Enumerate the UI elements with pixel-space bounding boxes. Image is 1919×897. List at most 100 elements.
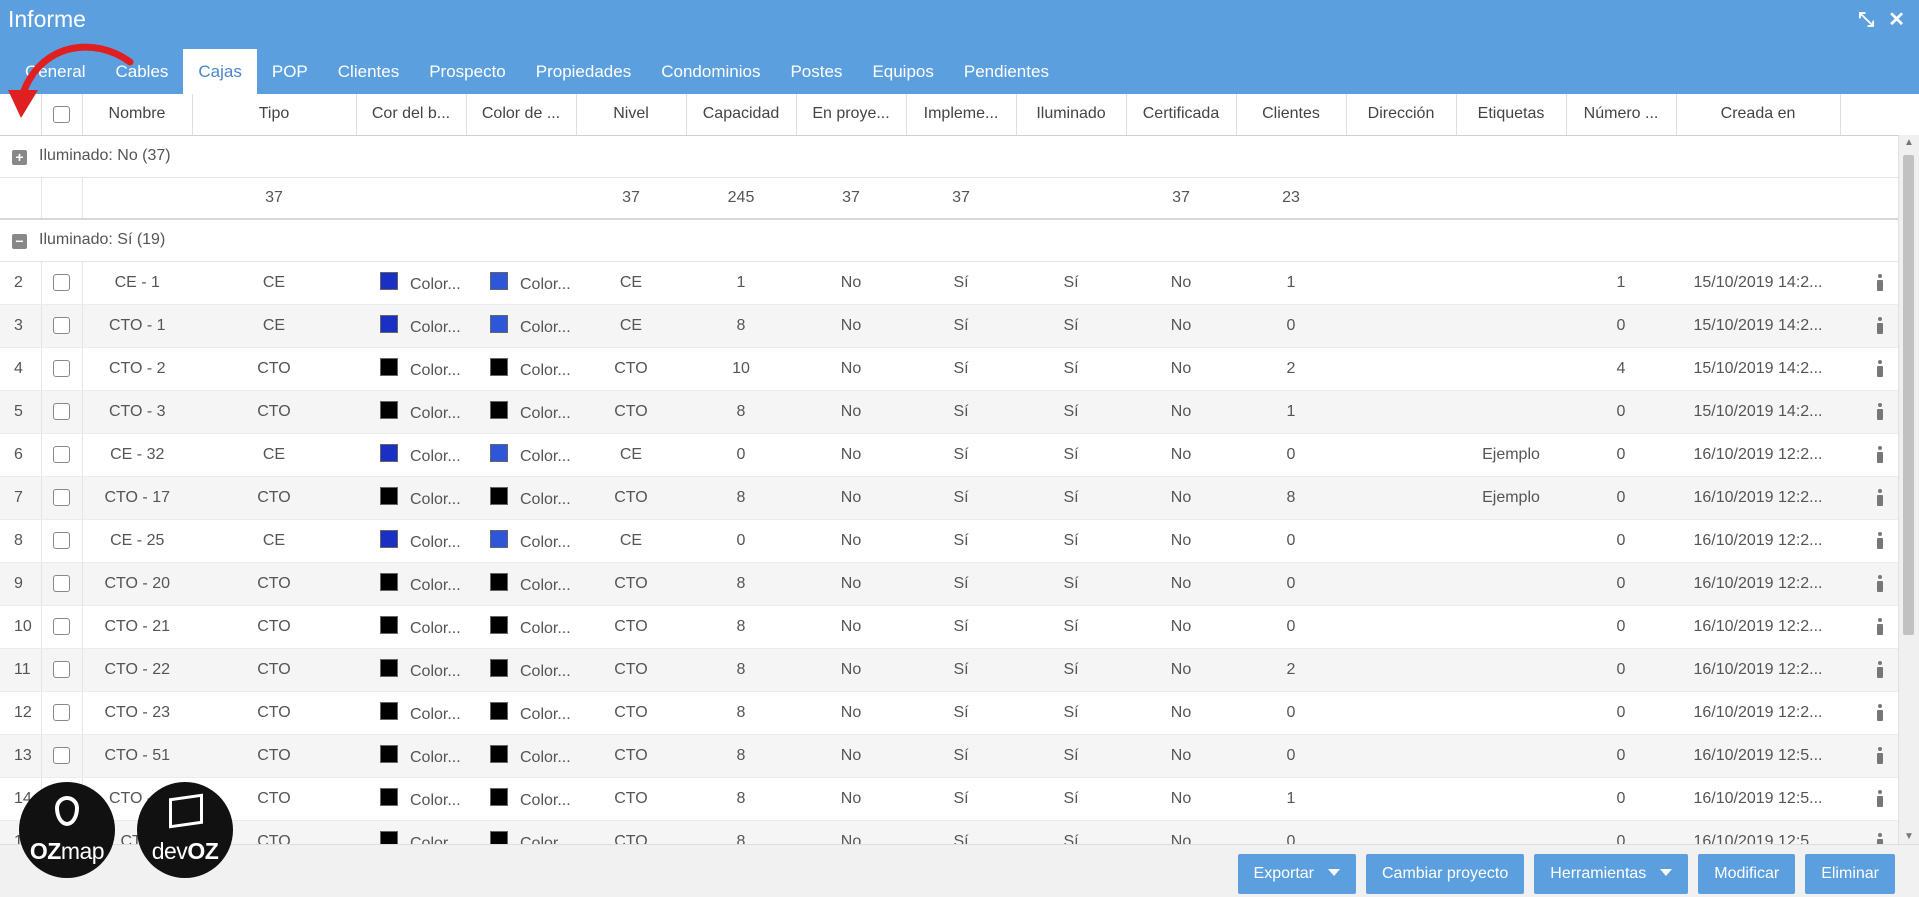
table-row[interactable]: 7 CTO - 17 CTO Color... Color... CTO 8 No Sí Sí No… (0, 476, 1919, 520)
row-checkbox[interactable] (53, 273, 70, 291)
info-icon[interactable] (1876, 531, 1884, 549)
table-row[interactable]: 10 CTO - 21 CTO Color... Color... CTO 8 No Sí Sí N… (0, 605, 1919, 649)
row-checkbox[interactable] (53, 316, 70, 334)
column-header[interactable]: Cor del b... (356, 94, 467, 136)
scrollbar-thumb[interactable] (1903, 155, 1914, 635)
cell-certificada: No (1126, 261, 1236, 305)
group-row-collapsed[interactable]: + Iluminado: No (37) (0, 135, 1919, 178)
table-row[interactable]: 5 CTO - 3 CTO Color... Color... CTO 8 No Sí Sí No 1… (0, 390, 1919, 434)
cell-creada-en: 16/10/2019 12:2... (1676, 433, 1840, 477)
row-checkbox[interactable] (53, 488, 70, 506)
table-row[interactable]: 13 CTO - 51 CTO Color... Color... CTO 8 No Sí Sí N… (0, 734, 1919, 778)
herramientas-button[interactable]: Herramientas (1534, 854, 1689, 894)
info-icon[interactable] (1876, 488, 1884, 506)
table-row[interactable]: 12 CTO - 23 CTO Color... Color... CTO 8 No Sí Sí N… (0, 691, 1919, 735)
scroll-down-arrow-icon[interactable]: ▼ (1904, 831, 1914, 842)
column-header[interactable]: Clientes (1236, 94, 1347, 136)
info-icon[interactable] (1876, 445, 1884, 463)
info-icon[interactable] (1876, 617, 1884, 635)
info-icon[interactable] (1876, 746, 1884, 764)
tab-condominios[interactable]: Condominios (646, 49, 775, 94)
column-header[interactable]: Certificada (1126, 94, 1237, 136)
cell-cor-del-borde: Color... (356, 390, 466, 434)
column-header[interactable]: Etiquetas (1456, 94, 1567, 136)
close-x-icon[interactable]: ✕ (1888, 10, 1905, 30)
color-label: Color... (410, 791, 461, 809)
vertical-scrollbar[interactable]: ▲ ▼ (1898, 135, 1919, 844)
table-row[interactable]: 3 CTO - 1 CE Color... Color... CE 8 No Sí Sí No 0 0 1… (0, 304, 1919, 348)
summary-certificada: 37 (1126, 177, 1236, 220)
column-header[interactable]: Nombre (82, 94, 193, 136)
info-icon[interactable] (1876, 273, 1884, 291)
row-checkbox[interactable] (53, 402, 70, 420)
info-icon[interactable] (1876, 703, 1884, 721)
cell-capacidad: 8 (686, 648, 796, 692)
table-row[interactable]: 6 CE - 32 CE Color... Color... CE 0 No Sí Sí No 0 Ej… (0, 433, 1919, 477)
column-header[interactable]: Capacidad (686, 94, 797, 136)
column-header[interactable]: Iluminado (1016, 94, 1127, 136)
row-checkbox[interactable] (53, 574, 70, 592)
row-checkbox[interactable] (53, 531, 70, 549)
column-header[interactable]: Número ... (1566, 94, 1677, 136)
color-swatch (380, 615, 398, 634)
tab-pendientes[interactable]: Pendientes (949, 49, 1064, 94)
compress-arrows-icon[interactable]: ⤡ (1858, 10, 1874, 30)
minus-square-icon[interactable]: − (12, 234, 27, 250)
table-row[interactable]: 2 CE - 1 CE Color... Color... CE 1 No Sí Sí No 1 1 15… (0, 261, 1919, 305)
modificar-label: Modificar (1714, 865, 1780, 882)
cell-numero: 0 (1566, 390, 1676, 434)
column-header[interactable]: Dirección (1346, 94, 1457, 136)
tab-prospecto[interactable]: Prospecto (414, 49, 521, 94)
column-header[interactable]: Impleme... (906, 94, 1017, 136)
tab-cables[interactable]: Cables (100, 49, 183, 94)
column-header[interactable]: Tipo (192, 94, 357, 136)
plus-square-icon[interactable]: + (12, 150, 27, 165)
table-row[interactable]: 9 CTO - 20 CTO Color... Color... CTO 8 No Sí Sí No… (0, 562, 1919, 606)
tab-general[interactable]: General (10, 49, 100, 94)
row-checkbox-cell (41, 390, 83, 434)
info-icon[interactable] (1876, 359, 1884, 377)
cell-certificada: No (1126, 734, 1236, 778)
column-header[interactable]: Color de ... (466, 94, 577, 136)
tab-propiedades[interactable]: Propiedades (521, 49, 646, 94)
scroll-up-arrow-icon[interactable]: ▲ (1904, 137, 1914, 148)
tab-equipos[interactable]: Equipos (857, 49, 948, 94)
column-header[interactable]: Nivel (576, 94, 687, 136)
info-icon[interactable] (1876, 660, 1884, 678)
cell-nivel: CE (576, 261, 686, 305)
column-header[interactable]: Creada en (1676, 94, 1841, 136)
eliminar-button[interactable]: Eliminar (1805, 854, 1895, 894)
info-icon[interactable] (1876, 402, 1884, 420)
table-row[interactable]: 15CTOCTOColorColorCTO8NoSíSíNo0016/10/20… (0, 820, 1919, 844)
cell-certificada: No (1126, 433, 1236, 477)
cell-en-proyecto: No (796, 347, 906, 391)
row-checkbox-cell (41, 562, 83, 606)
modificar-button[interactable]: Modificar (1698, 854, 1796, 894)
table-row[interactable]: 4 CTO - 2 CTO Color... Color... CTO 10 No Sí Sí No… (0, 347, 1919, 391)
tab-postes[interactable]: Postes (775, 49, 857, 94)
row-checkbox[interactable] (53, 746, 70, 764)
group-row-expanded[interactable]: − Iluminado: Sí (19) (0, 219, 1919, 262)
row-checkbox[interactable] (53, 617, 70, 635)
table-row[interactable]: 11 CTO - 22 CTO Color... Color... CTO 8 No Sí Sí N… (0, 648, 1919, 692)
cell-nivel: CTO (576, 347, 686, 391)
row-checkbox[interactable] (53, 660, 70, 678)
select-all-checkbox[interactable] (53, 105, 70, 123)
info-icon[interactable] (1876, 316, 1884, 334)
info-icon[interactable] (1876, 832, 1884, 844)
exportar-button[interactable]: Exportar (1237, 854, 1356, 894)
cambiar-proyecto-button[interactable]: Cambiar proyecto (1365, 854, 1525, 894)
info-icon[interactable] (1876, 789, 1884, 807)
tab-cajas[interactable]: Cajas (183, 49, 257, 94)
cell-en-proyecto: No (796, 777, 906, 821)
tab-clientes[interactable]: Clientes (323, 49, 414, 94)
row-checkbox[interactable] (53, 445, 70, 463)
tab-pop[interactable]: POP (257, 49, 323, 94)
column-header[interactable]: En proye... (796, 94, 907, 136)
row-checkbox[interactable] (53, 359, 70, 377)
table-row[interactable]: 8 CE - 25 CE Color... Color... CE 0 No Sí Sí No 0 0 1… (0, 519, 1919, 563)
table-row[interactable]: 14 CTO - 5 CTO Color... Color... CTO 8 No Sí Sí No… (0, 777, 1919, 821)
info-icon[interactable] (1876, 574, 1884, 592)
color-swatch (380, 701, 398, 720)
row-checkbox[interactable] (53, 703, 70, 721)
